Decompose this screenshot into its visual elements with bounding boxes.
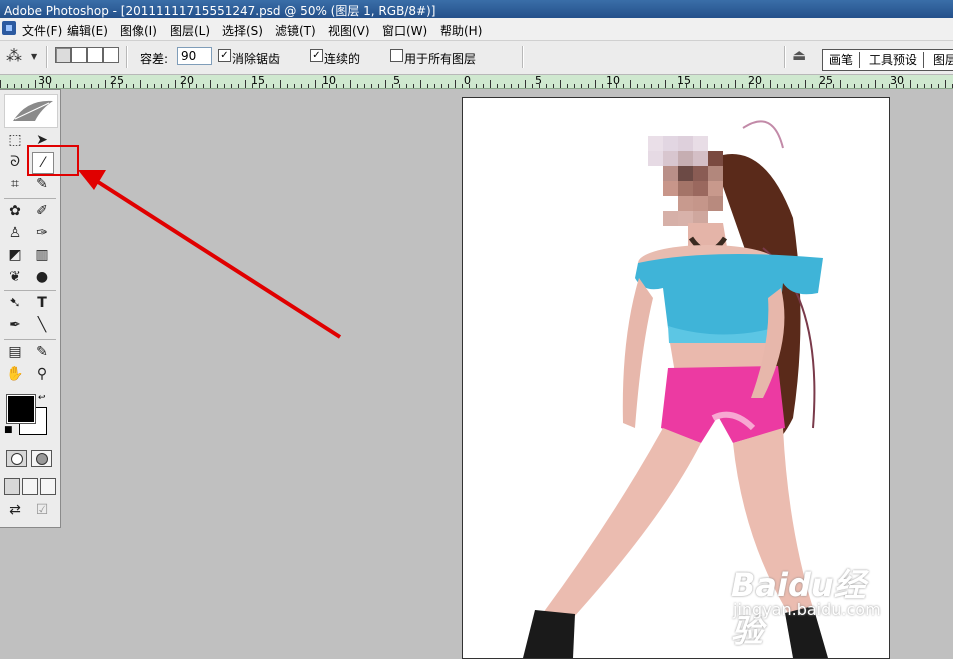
annotation-arrow (78, 170, 342, 339)
